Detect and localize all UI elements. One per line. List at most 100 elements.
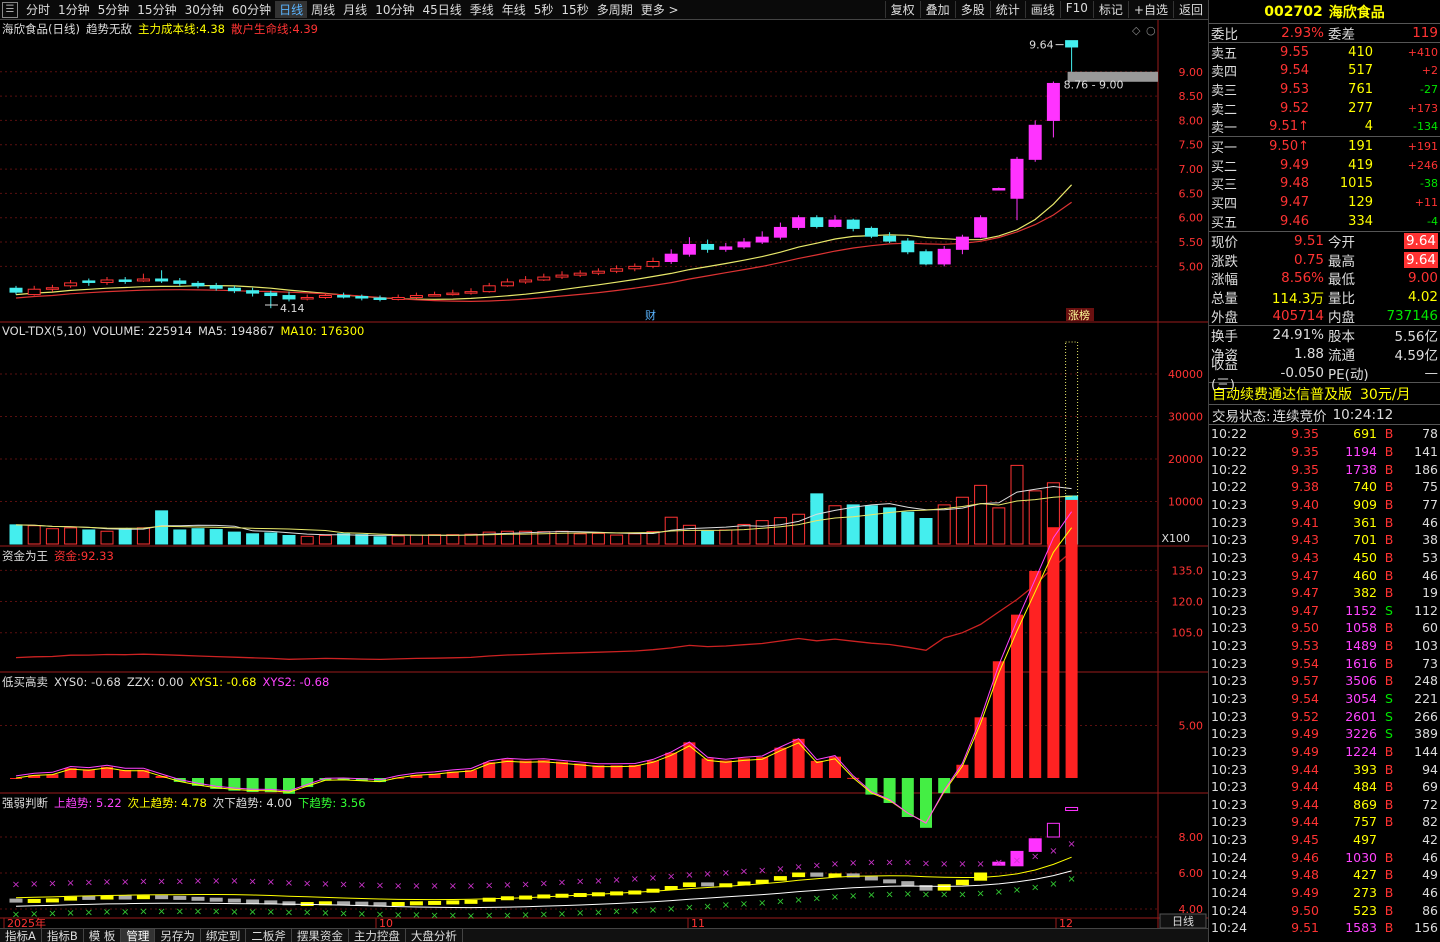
bottom-tab[interactable]: 另存为	[155, 928, 201, 942]
period-tab[interactable]: 月线	[339, 1, 371, 18]
toolbar-button[interactable]: 统计	[989, 1, 1025, 18]
toolbar-button[interactable]: F10	[1059, 1, 1093, 18]
down-trend-marker: ×	[794, 895, 802, 906]
down-trend-marker: ×	[412, 910, 420, 921]
y-tick-label: 105.0	[1172, 627, 1204, 640]
toolbar-button[interactable]: 返回	[1172, 1, 1208, 18]
period-tab[interactable]: 分时	[22, 1, 54, 18]
candle-body	[1028, 124, 1042, 160]
period-tab[interactable]: 日线	[275, 1, 308, 18]
stat-value: -0.050	[1280, 364, 1324, 381]
bottom-tab[interactable]: 指标A	[0, 928, 42, 942]
bottom-tab[interactable]: 管理	[121, 928, 156, 942]
tick-side: S	[1385, 726, 1393, 742]
level-delta: -4	[1427, 214, 1438, 228]
oscillator-bar	[592, 765, 605, 778]
toolbar-button[interactable]: +自选	[1127, 1, 1173, 18]
xys0-label: XYS0:	[54, 675, 88, 689]
indicator-name[interactable]: 趋势无敌	[86, 21, 132, 37]
up-trend-marker: ×	[230, 876, 238, 887]
toolbar-button[interactable]: 多股	[954, 1, 990, 18]
period-tab[interactable]: 30分钟	[181, 1, 228, 18]
bottom-tab[interactable]: 绑定到	[201, 928, 247, 942]
buysell-pane-title: 低买高卖 XYS0: -0.68 ZZX: 0.00 XYS1: -0.68 X…	[2, 674, 329, 690]
trend-indicator-label[interactable]: 强弱判断	[2, 795, 48, 811]
trend-bar	[464, 899, 478, 904]
stock-name: 海欣食品	[1328, 4, 1385, 21]
toolbar-button[interactable]: 画线	[1024, 1, 1060, 18]
down-trend-marker: ×	[267, 907, 275, 918]
period-tab[interactable]: 10分钟	[371, 1, 418, 18]
period-box-label: 日线	[1172, 914, 1194, 928]
level-volume: 129	[1348, 195, 1373, 211]
tick-count: 248	[1414, 673, 1438, 689]
tick-price: 9.35	[1291, 461, 1319, 477]
tick-row: 10:23 9.47 460 B 46	[1209, 566, 1440, 584]
ad-banner[interactable]: 自动续费通达信普及版 30元/月	[1209, 383, 1440, 406]
level-label: 买三	[1211, 178, 1238, 194]
level-label: 卖一	[1211, 121, 1238, 137]
bottom-tab[interactable]: 大盘分析	[406, 928, 463, 942]
toolbar-button[interactable]: 叠加	[919, 1, 955, 18]
menu-icon[interactable]: ☰	[2, 1, 18, 18]
buysell-indicator-label[interactable]: 低买高卖	[2, 674, 48, 690]
level-delta: +246	[1407, 158, 1438, 172]
period-tab[interactable]: 15秒	[557, 1, 592, 18]
volume-bar	[282, 535, 296, 545]
period-tab[interactable]: 60分钟	[228, 1, 275, 18]
low-price-label: 4.14	[280, 302, 305, 315]
tick-list[interactable]: 10:22 9.35 691 B 78 10:22 9.35 1194 B 141 10:22 9.3…	[1209, 425, 1440, 937]
trend-bar	[136, 895, 150, 900]
bottom-tab[interactable]: 模 板	[84, 928, 122, 942]
level-price: 9.51↑	[1269, 119, 1309, 135]
level-price: 9.54	[1280, 63, 1309, 79]
vol-indicator-label[interactable]: VOL-TDX(5,10)	[2, 324, 86, 338]
zt-badge: 涨榜	[1068, 308, 1090, 322]
down-trend-marker: ×	[485, 911, 493, 922]
bottom-tab[interactable]: 二板斧	[246, 928, 292, 942]
bottom-tab[interactable]: 摆果资金	[292, 928, 349, 942]
chart-canvas[interactable]: 9.00 8.50 8.00 7.50 7.00 6.50 6.00 5.50 5.00 9.64…	[0, 20, 1208, 928]
tick-row: 10:23 9.41 361 B 46	[1209, 513, 1440, 531]
up-trend-marker: ×	[794, 862, 802, 873]
period-tab[interactable]: 15分钟	[133, 1, 180, 18]
tick-count: 86	[1422, 902, 1438, 918]
period-tab[interactable]: 年线	[498, 1, 530, 18]
toolbar-button[interactable]: 复权	[884, 1, 920, 18]
candle-body	[191, 282, 205, 287]
up-trend-marker: ×	[1013, 855, 1021, 866]
fund-indicator-label[interactable]: 资金为王	[2, 548, 48, 564]
candle-body	[646, 260, 660, 267]
up-trend-marker: ×	[940, 859, 948, 870]
tick-side: B	[1384, 426, 1394, 442]
up-trend-marker: ×	[48, 879, 56, 890]
up-trend-marker: ×	[612, 875, 620, 886]
candle-body	[64, 282, 78, 287]
oscillator-bar	[756, 757, 769, 778]
xys1-value: -0.68	[226, 675, 257, 689]
trade-status: 交易状态: 连续竞价 10:24:12	[1209, 405, 1440, 426]
up-trend-value: 5.22	[96, 796, 122, 810]
chart-area[interactable]: 9.00 8.50 8.00 7.50 7.00 6.50 6.00 5.50 5.00 9.64…	[0, 20, 1208, 928]
period-tab[interactable]: 45日线	[418, 1, 465, 18]
bottom-tab[interactable]: 主力控盘	[349, 928, 406, 942]
level-volume: 4	[1364, 119, 1373, 135]
down2-trend-label: 次下趋势:	[212, 796, 263, 810]
period-tab[interactable]: 季线	[466, 1, 498, 18]
period-tab[interactable]: 多周期	[593, 1, 637, 18]
y-tick-label: 5.00	[1179, 260, 1204, 273]
bottom-tab[interactable]: 指标B	[42, 928, 84, 942]
period-tab[interactable]: 5分钟	[94, 1, 134, 18]
tick-volume: 701	[1353, 532, 1377, 548]
period-tab[interactable]: 1分钟	[54, 1, 94, 18]
ask-levels: 卖五 9.55 410 +410 卖四 9.54 517 +2 卖三 9.53 761 -27 卖二 9.…	[1209, 43, 1440, 138]
up-trend-marker: ×	[157, 876, 165, 887]
y-tick-label: 8.00	[1179, 831, 1204, 844]
toolbar-button[interactable]: 标记	[1092, 1, 1128, 18]
y-tick-label: 5.00	[1179, 720, 1204, 733]
period-tab[interactable]: 周线	[307, 1, 339, 18]
down-trend-marker: ×	[1031, 882, 1039, 893]
period-tab[interactable]: 5秒	[530, 1, 558, 18]
period-tab[interactable]: 更多 >	[637, 1, 683, 18]
up-trend-marker: ×	[958, 859, 966, 870]
